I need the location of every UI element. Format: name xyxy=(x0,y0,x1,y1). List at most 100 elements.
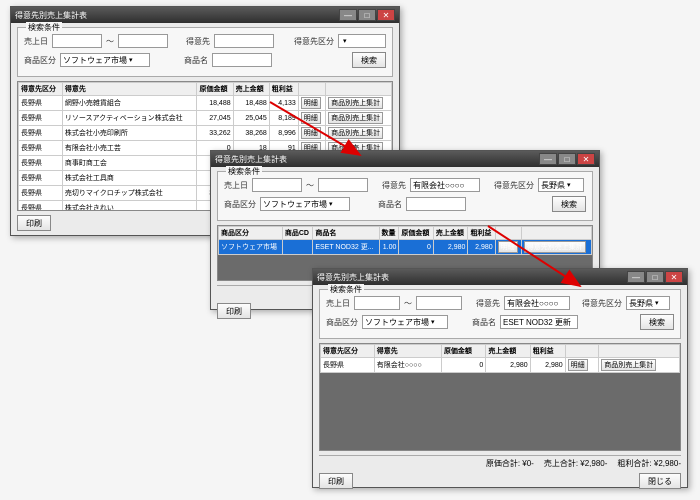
drill-button[interactable]: 商品別売上集計 xyxy=(328,127,383,139)
col-header: 売上金額 xyxy=(433,227,468,240)
col-header: 商品CD xyxy=(282,227,312,240)
date-to-input[interactable] xyxy=(416,296,462,310)
date-to-input[interactable] xyxy=(318,178,368,192)
table-row[interactable]: 長野県リソースアクティベーション株式会社27,04525,0458,189明細商… xyxy=(19,111,392,126)
col-header xyxy=(521,227,591,240)
search-legend: 検索条件 xyxy=(26,22,62,33)
detail-button[interactable]: 明細 xyxy=(498,241,518,253)
label-product: 商品名 xyxy=(378,199,402,210)
close-button[interactable]: ✕ xyxy=(377,9,395,21)
chevron-down-icon: ▾ xyxy=(129,56,133,64)
category-select[interactable]: ソフトウェア市場▾ xyxy=(260,197,350,211)
drill-button[interactable]: 商品別売上集計 xyxy=(601,359,656,371)
product-input[interactable] xyxy=(212,53,272,67)
col-header: 商品区分 xyxy=(219,227,283,240)
results-grid[interactable]: 得意先区分得意先原価金額売上金額粗利益 長野県有限会社○○○○02,9802,9… xyxy=(319,343,681,451)
col-header: 原価金額 xyxy=(441,345,485,358)
chevron-down-icon: ▾ xyxy=(329,200,333,208)
titlebar[interactable]: 得意先別売上集計表 — □ ✕ xyxy=(313,269,687,285)
window-3: 得意先別売上集計表 — □ ✕ 検索条件 売上日 ～ 得意先 有限会社○○○○ … xyxy=(312,268,688,488)
max-button[interactable]: □ xyxy=(358,9,376,21)
close-button[interactable]: ✕ xyxy=(665,271,683,283)
drill-button[interactable]: 得意先別売上集計 xyxy=(524,241,586,253)
chevron-down-icon: ▾ xyxy=(567,181,571,189)
col-header: 得意先区分 xyxy=(321,345,375,358)
col-header: 粗利益 xyxy=(468,227,495,240)
search-panel: 検索条件 売上日 ～ 得意先 有限会社○○○○ 得意先区分 長野県▾ 商品区分 … xyxy=(217,171,593,221)
customer-input[interactable]: 有限会社○○○○ xyxy=(504,296,570,310)
detail-button[interactable]: 明細 xyxy=(568,359,588,371)
label-customer: 得意先 xyxy=(476,298,500,309)
label-category: 商品区分 xyxy=(326,317,358,328)
date-to-input[interactable] xyxy=(118,34,168,48)
col-header: 商品名 xyxy=(313,227,379,240)
table-row[interactable]: 長野県有限会社○○○○02,9802,980明細商品別売上集計 xyxy=(321,358,680,373)
region-select[interactable]: 長野県▾ xyxy=(538,178,584,192)
search-legend: 検索条件 xyxy=(226,166,262,177)
category-select[interactable]: ソフトウェア市場▾ xyxy=(60,53,150,67)
col-header: 原価金額 xyxy=(399,227,434,240)
min-button[interactable]: — xyxy=(339,9,357,21)
print-button[interactable]: 印刷 xyxy=(319,473,353,489)
min-button[interactable]: — xyxy=(627,271,645,283)
chevron-down-icon: ▾ xyxy=(655,299,659,307)
date-from-input[interactable] xyxy=(354,296,400,310)
label-product: 商品名 xyxy=(184,55,208,66)
label-customer: 得意先 xyxy=(186,36,210,47)
product-input[interactable]: ESET NOD32 更新 xyxy=(500,315,578,329)
search-panel: 検索条件 売上日 ～ 得意先 得意先区分 ▾ 商品区分 ソフトウェア市場▾ 商品… xyxy=(17,27,393,77)
detail-button[interactable]: 明細 xyxy=(301,127,321,139)
min-button[interactable]: — xyxy=(539,153,557,165)
print-button[interactable]: 印刷 xyxy=(217,303,251,319)
label-category: 商品区分 xyxy=(224,199,256,210)
titlebar[interactable]: 得意先別売上集計表 — □ ✕ xyxy=(211,151,599,167)
col-header: 売上金額 xyxy=(233,83,269,96)
col-header xyxy=(565,345,599,358)
max-button[interactable]: □ xyxy=(558,153,576,165)
max-button[interactable]: □ xyxy=(646,271,664,283)
window-title: 得意先別売上集計表 xyxy=(317,272,627,283)
table-row[interactable]: 長野県網野小売雑貨組合18,48818,4884,133明細商品別売上集計 xyxy=(19,96,392,111)
total-profit: 粗利合計: ¥2,980- xyxy=(617,458,681,469)
print-button[interactable]: 印刷 xyxy=(17,215,51,231)
col-header: 得意先 xyxy=(62,83,197,96)
label-date: 売上日 xyxy=(24,36,48,47)
drill-button[interactable]: 商品別売上集計 xyxy=(328,97,383,109)
total-sales: 売上合計: ¥2,980- xyxy=(544,458,608,469)
search-button[interactable]: 検索 xyxy=(552,196,586,212)
date-from-input[interactable] xyxy=(52,34,102,48)
category-select[interactable]: ソフトウェア市場▾ xyxy=(362,315,448,329)
window-title: 得意先別売上集計表 xyxy=(215,154,539,165)
product-input[interactable] xyxy=(406,197,466,211)
tilde: ～ xyxy=(306,180,314,191)
search-button[interactable]: 検索 xyxy=(640,314,674,330)
detail-button[interactable]: 明細 xyxy=(301,97,321,109)
titlebar[interactable]: 得意先別売上集計表 — □ ✕ xyxy=(11,7,399,23)
region-select[interactable]: 長野県▾ xyxy=(626,296,670,310)
table-row[interactable]: ソフトウェア市場ESET NOD32 更...1.0002,9802,980明細… xyxy=(219,240,592,255)
region-select[interactable]: ▾ xyxy=(338,34,386,48)
col-header xyxy=(326,83,392,96)
col-header: 売上金額 xyxy=(486,345,530,358)
drill-button[interactable]: 商品別売上集計 xyxy=(328,112,383,124)
label-region: 得意先区分 xyxy=(582,298,622,309)
search-panel: 検索条件 売上日 ～ 得意先 有限会社○○○○ 得意先区分 長野県▾ 商品区分 … xyxy=(319,289,681,339)
search-button[interactable]: 検索 xyxy=(352,52,386,68)
customer-input[interactable] xyxy=(214,34,274,48)
col-header: 得意先区分 xyxy=(19,83,63,96)
search-legend: 検索条件 xyxy=(328,284,364,295)
close-button[interactable]: ✕ xyxy=(577,153,595,165)
col-header xyxy=(495,227,521,240)
col-header: 数量 xyxy=(379,227,399,240)
col-header xyxy=(599,345,680,358)
customer-input[interactable]: 有限会社○○○○ xyxy=(410,178,480,192)
label-region: 得意先区分 xyxy=(294,36,334,47)
detail-button[interactable]: 明細 xyxy=(301,112,321,124)
table-row[interactable]: 長野県株式会社小売印刷所33,26238,2688,996明細商品別売上集計 xyxy=(19,126,392,141)
col-header xyxy=(298,83,325,96)
label-category: 商品区分 xyxy=(24,55,56,66)
col-header: 得意先 xyxy=(374,345,441,358)
date-from-input[interactable] xyxy=(252,178,302,192)
label-date: 売上日 xyxy=(224,180,248,191)
close-window-button[interactable]: 閉じる xyxy=(639,473,681,489)
